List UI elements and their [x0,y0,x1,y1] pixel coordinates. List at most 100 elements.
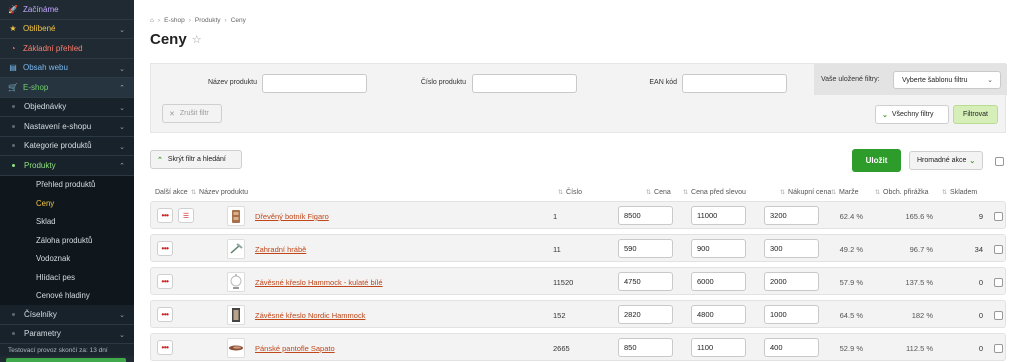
row-checkbox[interactable] [994,311,1003,320]
product-name-input[interactable] [262,74,367,93]
breadcrumb-item[interactable]: Produkty [195,17,221,24]
sidebar-item-hlidaci-pes[interactable]: Hlídací pes [0,268,134,287]
sidebar-item-label: E-shop [23,82,49,92]
header-label: Číslo [566,189,582,196]
purchase-price-input[interactable]: 3200 [764,206,819,225]
chevron-up-icon: ⌃ [157,156,163,164]
product-number-input[interactable] [472,74,577,93]
header-stock[interactable]: ⇅ Skladem [942,189,977,196]
price-input[interactable]: 8500 [618,206,673,225]
sidebar-item-oblibene[interactable]: ★ Oblíbené ⌄ [0,20,134,39]
header-number[interactable]: ⇅ Číslo [558,189,582,196]
main-content: ⌂ › E-shop › Produkty › Ceny Ceny ☆ Náze… [134,0,1024,362]
color-list-icon[interactable]: ☰ [178,208,194,223]
product-name-label: Název produktu [207,79,257,86]
price-input[interactable]: 4750 [618,272,673,291]
row-checkbox[interactable] [994,278,1003,287]
price-input[interactable]: 850 [618,338,673,357]
filter-button[interactable]: Filtrovat [953,105,998,124]
sidebar-item-nastaveni-eshopu[interactable]: Nastavení e-shopu ⌄ [0,117,134,137]
sidebar-item-parametry[interactable]: Parametry ⌄ [0,324,134,344]
saved-filters-label: Vaše uložené filtry: [821,76,880,83]
favorite-star-icon[interactable]: ☆ [192,33,202,46]
row-checkbox[interactable] [994,344,1003,353]
bulk-actions-button[interactable]: Hromadné akce ⌄ [909,151,983,170]
select-all-checkbox[interactable] [995,157,1004,166]
product-name-link[interactable]: Zahradní hrábě [255,245,306,254]
product-thumbnail [227,272,245,292]
sidebar-item-zaloha-produktu[interactable]: Záloha produktů [0,231,134,250]
margin-value: 62.4 % [839,212,863,221]
clear-filter-button[interactable]: ✕ Zrušit filtr [162,104,222,123]
price-before-input[interactable]: 900 [691,239,746,258]
sidebar-item-prehled-produktu[interactable]: Přehled produktů [0,175,134,194]
product-number: 152 [553,311,566,320]
header-name[interactable]: ⇅ Název produktu [191,189,248,196]
sidebar-item-zakladni-prehled[interactable]: ◔ Základní přehled [0,39,134,59]
price-before-input[interactable]: 4800 [691,305,746,324]
header-markup[interactable]: ⇅ Obch. přirážka [875,189,929,196]
markup-value: 137.5 % [905,278,933,287]
home-icon[interactable]: ⌂ [150,17,154,24]
sidebar-item-kategorie-produktu[interactable]: Kategorie produktů ⌄ [0,136,134,156]
product-name-link[interactable]: Dřevěný botník Figaro [255,212,329,221]
saved-filter-select[interactable]: Vyberte šablonu filtru ⌄ [893,71,1001,89]
header-margin[interactable]: ⇅ Marže [831,189,858,196]
more-actions-icon[interactable]: ••• [157,241,173,256]
hide-filter-label: Skrýt filtr a hledání [167,156,226,163]
price-input[interactable]: 590 [618,239,673,258]
trial-progress-bar[interactable] [6,358,126,362]
sidebar-item-objednavky[interactable]: Objednávky ⌄ [0,97,134,117]
sidebar-item-label: Číselníky [24,309,57,319]
purchase-price-input[interactable]: 1000 [764,305,819,324]
breadcrumb-item[interactable]: E-shop [164,17,185,24]
sidebar-item-produkty[interactable]: Produkty ⌃ [0,156,134,176]
price-before-input[interactable]: 6000 [691,272,746,291]
header-actions: Další akce [155,189,188,196]
purchase-price-input[interactable]: 2000 [764,272,819,291]
product-name-link[interactable]: Závěsné křeslo Hammock - kulaté bílé [255,278,383,287]
more-actions-icon[interactable]: ••• [157,340,173,355]
price-input[interactable]: 2820 [618,305,673,324]
purchase-price-input[interactable]: 300 [764,239,819,258]
all-filters-button[interactable]: ⌄ Všechny filtry [875,105,949,124]
sidebar-item-cenove-hladiny[interactable]: Cenové hladiny [0,286,134,305]
sidebar-item-ceny[interactable]: Ceny [0,194,134,213]
chevron-down-icon: ⌄ [119,124,125,131]
hide-filter-button[interactable]: ⌃ Skrýt filtr a hledání [150,150,242,169]
more-actions-icon[interactable]: ••• [157,307,173,322]
row-checkbox[interactable] [994,212,1003,221]
header-price[interactable]: ⇅ Cena [646,189,671,196]
sidebar-item-label: Nastavení e-shopu [24,121,92,131]
product-thumbnail [227,239,245,259]
sidebar-item-eshop[interactable]: 🛒 E-shop ⌃ [0,78,134,98]
more-actions-icon[interactable]: ••• [157,274,173,289]
star-icon: ★ [9,24,17,34]
saved-filters: Vaše uložené filtry: Vyberte šablonu fil… [814,64,1007,95]
chevron-up-icon: ⌃ [119,85,125,92]
product-name-link[interactable]: Závěsné křeslo Nordic Hammock [255,311,365,320]
sidebar-item-ciselniky[interactable]: Číselníky ⌄ [0,305,134,325]
sidebar-item-sklad[interactable]: Sklad [0,212,134,231]
save-button[interactable]: Uložit [852,149,901,172]
sidebar-item-obsah-webu[interactable]: ▤ Obsah webu ⌄ [0,59,134,78]
header-purchase[interactable]: ⇅ Nákupní cena [780,189,831,196]
row-checkbox[interactable] [994,245,1003,254]
product-name-link[interactable]: Pánské pantofle Sapato [255,344,335,353]
more-actions-icon[interactable]: ••• [157,208,173,223]
sidebar-item-label: Objednávky [24,102,67,112]
stock-value: 0 [978,311,983,320]
margin-value: 57.9 % [839,278,863,287]
margin-value: 64.5 % [839,311,863,320]
header-price-before[interactable]: ⇅ Cena před slevou [683,189,746,196]
cart-icon: 🛒 [8,82,18,92]
sort-icon: ⇅ [780,190,786,196]
price-before-input[interactable]: 11000 [691,206,746,225]
product-number-label: Číslo produktu [420,79,466,86]
price-before-input[interactable]: 1100 [691,338,746,357]
page-title-text: Ceny [150,31,187,48]
sidebar-item-vodoznak[interactable]: Vodoznak [0,249,134,268]
purchase-price-input[interactable]: 400 [764,338,819,357]
ean-input[interactable] [682,74,787,93]
sidebar-item-zaciname[interactable]: 🚀 Začínáme [0,0,134,20]
